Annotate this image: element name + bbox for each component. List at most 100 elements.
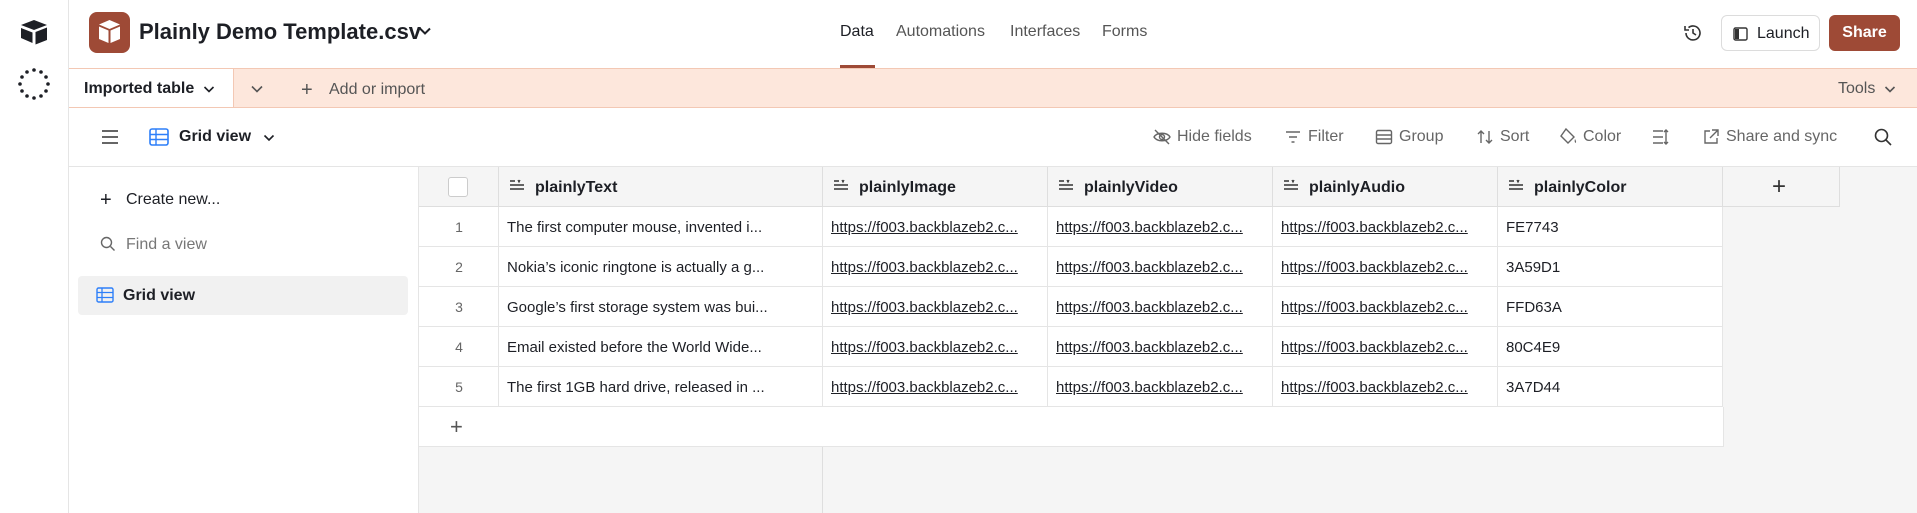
cell-url-link[interactable]: https://f003.backblazeb2.c...	[831, 299, 1039, 316]
table-tab-imported[interactable]: Imported table	[69, 69, 234, 107]
row-number-cell: 3	[419, 287, 499, 327]
left-rail	[0, 0, 69, 513]
cell-text: The first computer mouse, invented i...	[507, 219, 763, 236]
cell-url-link[interactable]: https://f003.backblazeb2.c...	[1281, 259, 1489, 276]
cell-text: 80C4E9	[1506, 339, 1561, 356]
hamburger-menu-icon[interactable]	[101, 129, 119, 145]
cell-url-link[interactable]: https://f003.backblazeb2.c...	[1281, 379, 1489, 396]
add-or-import-button[interactable]: + Add or import	[301, 79, 425, 102]
all-tables-chevron-icon[interactable]	[249, 81, 265, 97]
group-button[interactable]: Group	[1374, 127, 1448, 149]
cell-url-link[interactable]: https://f003.backblazeb2.c...	[1056, 259, 1264, 276]
column-header-plainlytext[interactable]: plainlyText	[499, 167, 823, 207]
tab-interfaces[interactable]: Interfaces	[1010, 23, 1080, 41]
row-number: 1	[455, 219, 463, 235]
search-icon[interactable]	[1873, 127, 1893, 147]
cell-url-link[interactable]: https://f003.backblazeb2.c...	[1281, 219, 1489, 236]
select-all-checkbox[interactable]	[448, 177, 468, 197]
base-title[interactable]: Plainly Demo Template.csv	[139, 19, 421, 45]
chevron-down-icon[interactable]	[417, 23, 433, 39]
cell-plainlyaudio[interactable]: https://f003.backblazeb2.c...	[1273, 247, 1498, 287]
cell-plainlyimage[interactable]: https://f003.backblazeb2.c...	[823, 287, 1048, 327]
hide-fields-button[interactable]: Hide fields	[1152, 127, 1264, 149]
cell-plainlyaudio[interactable]: https://f003.backblazeb2.c...	[1273, 287, 1498, 327]
row-height-icon[interactable]	[1651, 127, 1671, 147]
cell-url-link[interactable]: https://f003.backblazeb2.c...	[1056, 339, 1264, 356]
plus-icon: +	[301, 79, 313, 101]
column-label: plainlyAudio	[1309, 179, 1405, 196]
column-header-plainlyvideo[interactable]: plainlyVideo	[1048, 167, 1273, 207]
cell-plainlytext[interactable]: Nokia’s iconic ringtone is actually a g.…	[499, 247, 823, 287]
row-number: 2	[455, 259, 463, 275]
column-header-plainlycolor[interactable]: plainlyColor	[1498, 167, 1723, 207]
column-label: plainlyVideo	[1084, 179, 1178, 196]
color-button[interactable]: Color	[1558, 127, 1626, 149]
tab-forms[interactable]: Forms	[1102, 23, 1147, 41]
airtable-logo-icon[interactable]	[19, 18, 49, 46]
add-record-row[interactable]: +	[419, 407, 1724, 447]
plus-icon: +	[100, 189, 112, 211]
cell-plainlyimage[interactable]: https://f003.backblazeb2.c...	[823, 327, 1048, 367]
cell-url-link[interactable]: https://f003.backblazeb2.c...	[1056, 299, 1264, 316]
cell-plainlycolor[interactable]: 80C4E9	[1498, 327, 1723, 367]
column-label: plainlyText	[535, 179, 618, 196]
filter-button[interactable]: Filter	[1283, 127, 1353, 149]
row-number-cell: 1	[419, 207, 499, 247]
cell-url-link[interactable]: https://f003.backblazeb2.c...	[831, 339, 1039, 356]
view-name: Grid view	[179, 128, 252, 145]
share-and-sync-button[interactable]: Share and sync	[1701, 127, 1841, 149]
cell-url-link[interactable]: https://f003.backblazeb2.c...	[1056, 219, 1264, 236]
cell-url-link[interactable]: https://f003.backblazeb2.c...	[1281, 299, 1489, 316]
column-label: plainlyImage	[859, 179, 956, 196]
column-header-plainlyaudio[interactable]: plainlyAudio	[1273, 167, 1498, 207]
cell-url-link[interactable]: https://f003.backblazeb2.c...	[1056, 379, 1264, 396]
tab-automations[interactable]: Automations	[896, 23, 985, 41]
cell-plainlyaudio[interactable]: https://f003.backblazeb2.c...	[1273, 327, 1498, 367]
cell-plainlyimage[interactable]: https://f003.backblazeb2.c...	[823, 367, 1048, 407]
cell-plainlytext[interactable]: The first 1GB hard drive, released in ..…	[499, 367, 823, 407]
cell-plainlyvideo[interactable]: https://f003.backblazeb2.c...	[1048, 287, 1273, 327]
long-text-field-icon	[1059, 179, 1073, 190]
share-button[interactable]: Share	[1829, 15, 1900, 51]
base-icon[interactable]	[89, 12, 130, 53]
chevron-down-icon	[203, 86, 215, 93]
tools-label: Tools	[1838, 80, 1876, 97]
cell-url-link[interactable]: https://f003.backblazeb2.c...	[831, 259, 1039, 276]
cell-plainlyaudio[interactable]: https://f003.backblazeb2.c...	[1273, 367, 1498, 407]
cell-plainlytext[interactable]: Google’s first storage system was bui...	[499, 287, 823, 327]
cell-plainlyaudio[interactable]: https://f003.backblazeb2.c...	[1273, 207, 1498, 247]
cell-url-link[interactable]: https://f003.backblazeb2.c...	[831, 379, 1039, 396]
cell-plainlycolor[interactable]: FFD63A	[1498, 287, 1723, 327]
create-new-view-button[interactable]: + Create new...	[100, 189, 220, 212]
row-number-cell: 2	[419, 247, 499, 287]
cell-plainlyimage[interactable]: https://f003.backblazeb2.c...	[823, 247, 1048, 287]
grid-view-icon	[149, 128, 169, 146]
data-grid: plainlyText plainlyImage plainlyVideo pl…	[419, 167, 1917, 513]
launch-button[interactable]: Launch	[1721, 15, 1820, 51]
cell-plainlyvideo[interactable]: https://f003.backblazeb2.c...	[1048, 327, 1273, 367]
sort-button[interactable]: Sort	[1475, 127, 1535, 149]
tab-data[interactable]: Data	[840, 23, 874, 41]
external-link-icon	[1704, 129, 1719, 144]
row-number-cell: 4	[419, 327, 499, 367]
long-text-field-icon	[834, 179, 848, 190]
cell-plainlyvideo[interactable]: https://f003.backblazeb2.c...	[1048, 247, 1273, 287]
cell-text: Nokia’s iconic ringtone is actually a g.…	[507, 259, 765, 276]
cell-plainlyvideo[interactable]: https://f003.backblazeb2.c...	[1048, 367, 1273, 407]
find-view-input[interactable]	[126, 233, 386, 257]
cell-plainlycolor[interactable]: 3A59D1	[1498, 247, 1723, 287]
base-box-icon	[99, 20, 120, 43]
column-header-plainlyimage[interactable]: plainlyImage	[823, 167, 1048, 207]
cell-url-link[interactable]: https://f003.backblazeb2.c...	[831, 219, 1039, 236]
add-field-button[interactable]: +	[1723, 167, 1840, 207]
history-icon[interactable]	[1680, 20, 1706, 46]
tools-menu[interactable]: Tools	[1838, 80, 1896, 98]
cell-plainlycolor[interactable]: FE7743	[1498, 207, 1723, 247]
cell-plainlytext[interactable]: Email existed before the World Wide...	[499, 327, 823, 367]
sidebar-item-grid-view[interactable]: Grid view	[78, 276, 408, 315]
cell-url-link[interactable]: https://f003.backblazeb2.c...	[1281, 339, 1489, 356]
cell-plainlyvideo[interactable]: https://f003.backblazeb2.c...	[1048, 207, 1273, 247]
cell-plainlyimage[interactable]: https://f003.backblazeb2.c...	[823, 207, 1048, 247]
cell-plainlycolor[interactable]: 3A7D44	[1498, 367, 1723, 407]
cell-plainlytext[interactable]: The first computer mouse, invented i...	[499, 207, 823, 247]
